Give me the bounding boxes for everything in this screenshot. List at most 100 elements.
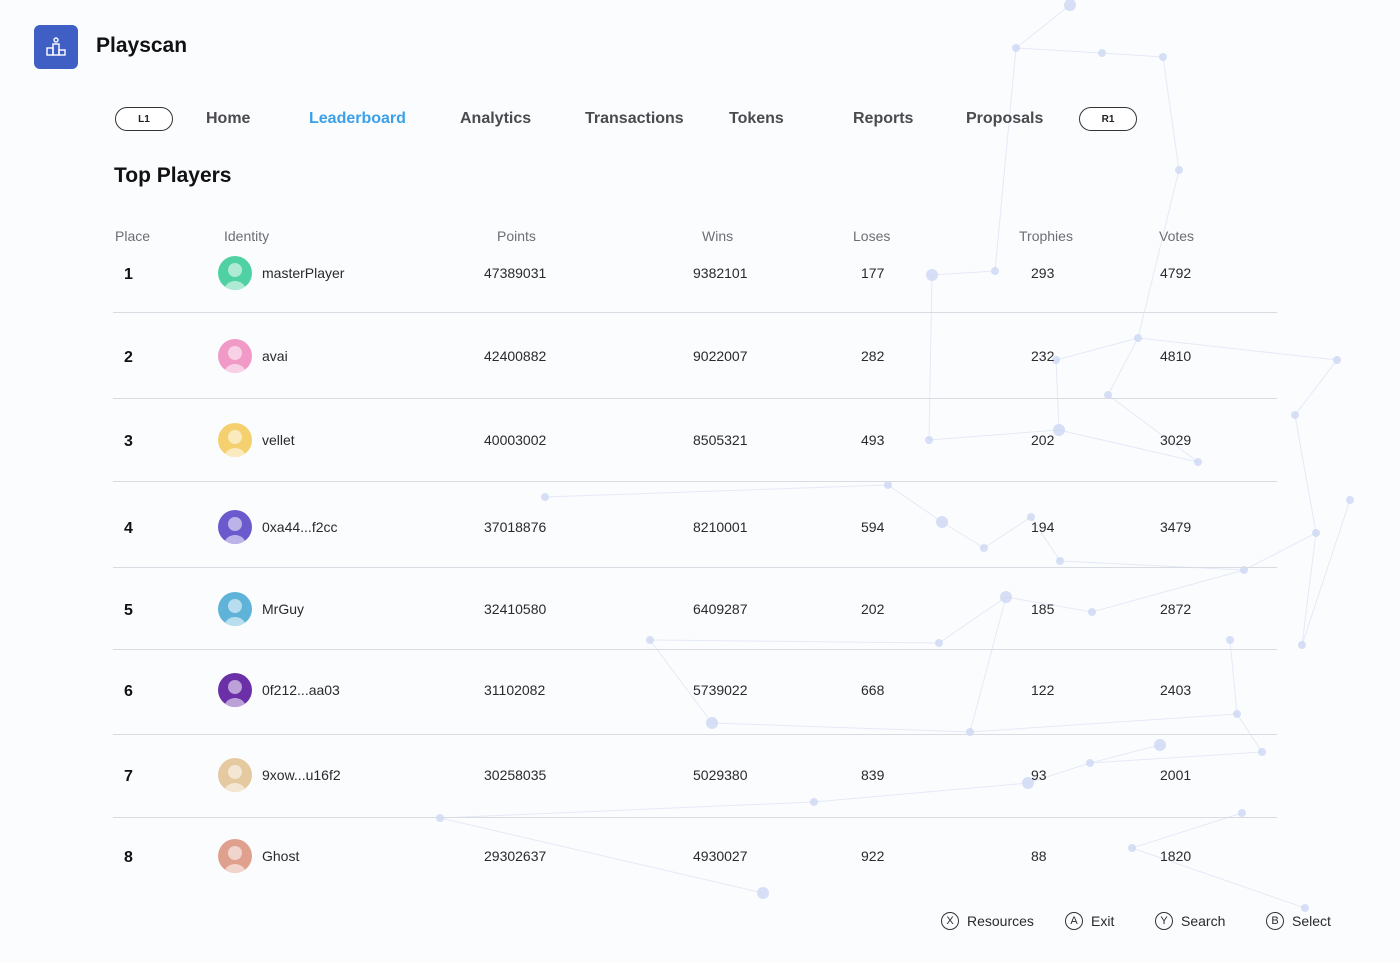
b-button-icon: B [1266,912,1284,930]
points-cell: 31102082 [484,682,546,698]
loses-cell: 594 [861,519,885,535]
app: Playscan L1 Home Leaderboard Analytics T… [0,0,1400,963]
identity-cell: Ghost [262,848,300,864]
place-cell: 1 [124,266,133,283]
avatar [218,510,252,544]
tab-analytics[interactable]: Analytics [460,110,531,128]
row-divider [113,567,1277,568]
tab-transactions[interactable]: Transactions [585,110,684,128]
tab-reports[interactable]: Reports [853,110,913,128]
hint-label: Search [1181,913,1226,929]
wins-cell: 9022007 [693,348,748,364]
header-trophies: Trophies [1019,228,1073,244]
tab-proposals[interactable]: Proposals [966,110,1043,128]
loses-cell: 922 [861,848,885,864]
y-button-icon: Y [1155,912,1173,930]
votes-cell: 4810 [1160,348,1192,364]
x-button-icon: X [941,912,959,930]
points-cell: 32410580 [484,601,547,617]
avatar [218,592,252,626]
loses-cell: 668 [861,682,885,698]
identity-cell: MrGuy [262,601,304,617]
points-cell: 30258035 [484,767,547,783]
points-cell: 40003002 [484,432,547,448]
loses-cell: 839 [861,767,885,783]
wins-cell: 8210001 [693,519,748,535]
tab-leaderboard[interactable]: Leaderboard [309,110,406,128]
identity-cell: 0f212...aa03 [262,682,340,698]
table-row[interactable]: 8 Ghost 29302637 4930027 922 88 1820 [0,0,1400,873]
points-cell: 47389031 [484,265,547,281]
votes-cell: 3479 [1160,519,1192,535]
tab-tokens[interactable]: Tokens [729,110,784,128]
hint-label: Select [1292,913,1331,929]
header-wins: Wins [702,228,734,244]
header-place: Place [115,228,151,244]
place-cell: 6 [124,683,133,700]
trophies-cell: 93 [1031,767,1047,783]
app-title: Playscan [96,34,188,57]
votes-cell: 2001 [1160,767,1192,783]
avatar [218,839,252,873]
hint-label: Exit [1091,913,1115,929]
wins-cell: 5739022 [693,682,748,698]
place-cell: 2 [124,349,133,366]
hint-resources[interactable]: X Resources [941,912,1034,930]
identity-cell: masterPlayer [262,265,345,281]
wins-cell: 6409287 [693,601,748,617]
avatar [218,423,252,457]
row-divider [113,398,1277,399]
trophies-cell: 185 [1031,601,1055,617]
row-divider [113,481,1277,482]
votes-cell: 2403 [1160,682,1192,698]
trophies-cell: 202 [1031,432,1055,448]
row-divider [113,649,1277,650]
left-bumper-button[interactable]: L1 [115,107,173,131]
loses-cell: 202 [861,601,885,617]
avatar [218,673,252,707]
points-cell: 37018876 [484,519,547,535]
hint-label: Resources [967,913,1034,929]
place-cell: 4 [124,520,133,537]
loses-cell: 493 [861,432,885,448]
tab-home[interactable]: Home [206,110,250,128]
podium-icon [46,37,66,56]
identity-cell: vellet [262,432,295,448]
row-divider [113,312,1277,313]
place-cell: 8 [124,849,133,866]
votes-cell: 2872 [1160,601,1192,617]
wins-cell: 5029380 [693,767,748,783]
identity-cell: avai [262,348,288,364]
trophies-cell: 88 [1031,848,1047,864]
row-divider [113,734,1277,735]
hint-exit[interactable]: A Exit [1065,912,1114,930]
header-points: Points [497,228,536,244]
loses-cell: 177 [861,265,885,281]
place-cell: 3 [124,433,133,450]
trophies-cell: 194 [1031,519,1055,535]
header-identity: Identity [224,228,270,244]
app-logo [34,25,78,69]
wins-cell: 9382101 [693,265,748,281]
header-loses: Loses [853,228,891,244]
hint-select[interactable]: B Select [1266,912,1331,930]
header-votes: Votes [1159,228,1195,244]
place-cell: 5 [124,602,133,619]
identity-cell: 0xa44...f2cc [262,519,338,535]
avatar [218,256,252,290]
hint-search[interactable]: Y Search [1155,912,1225,930]
votes-cell: 1820 [1160,848,1192,864]
votes-cell: 4792 [1160,265,1192,281]
right-bumper-button[interactable]: R1 [1079,107,1137,131]
points-cell: 42400882 [484,348,547,364]
section-title: Top Players [114,164,232,187]
a-button-icon: A [1065,912,1083,930]
avatar [218,758,252,792]
trophies-cell: 122 [1031,682,1055,698]
votes-cell: 3029 [1160,432,1192,448]
loses-cell: 282 [861,348,885,364]
trophies-cell: 232 [1031,348,1055,364]
wins-cell: 8505321 [693,432,748,448]
avatar [218,339,252,373]
wins-cell: 4930027 [693,848,748,864]
